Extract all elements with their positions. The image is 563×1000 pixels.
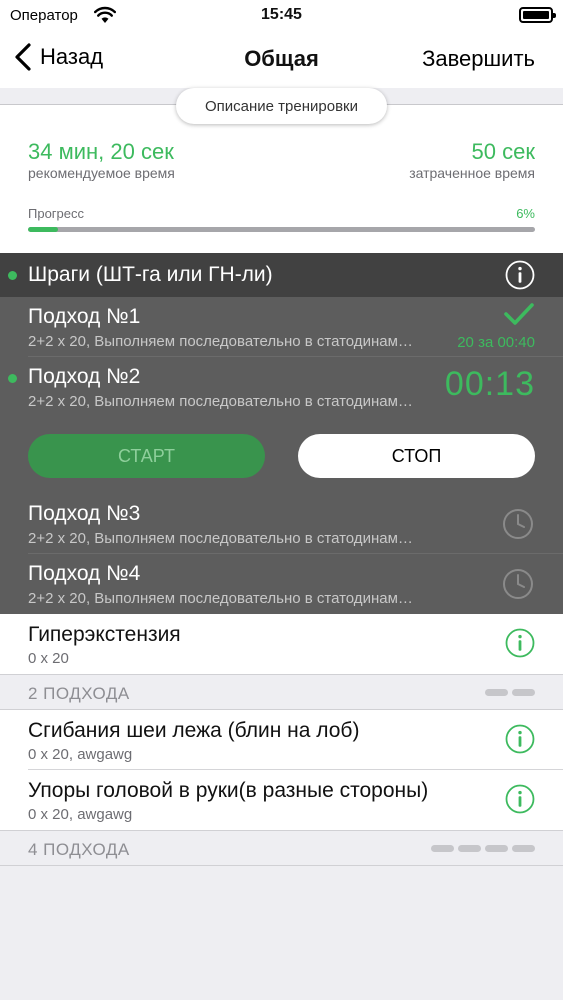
start-button[interactable]: СТАРТ: [28, 434, 265, 478]
progress-percent: 6%: [516, 206, 535, 221]
exercise-detail: 0 х 20: [28, 650, 69, 667]
set-description: 2+2 х 20, Выполняем последовательно в ст…: [28, 530, 418, 547]
battery-icon: [519, 7, 556, 23]
set-description: 2+2 х 20, Выполняем последовательно в ст…: [28, 333, 418, 350]
group-title: 4 ПОДХОДА: [28, 840, 130, 859]
recommended-time: 34 мин, 20 сек: [28, 139, 174, 164]
active-exercise-name: Шраги (ШТ-га или ГН-ли): [28, 263, 273, 286]
set-row-1[interactable]: Подход №1 2+2 х 20, Выполняем последоват…: [0, 297, 563, 357]
exercise-name: Гиперэкстензия: [28, 623, 181, 646]
set-pill: [512, 689, 535, 696]
exercise-row[interactable]: Упоры головой в руки(в разные стороны) 0…: [0, 770, 563, 830]
set-description: 2+2 х 20, Выполняем последовательно в ст…: [28, 393, 418, 410]
exercise-detail: 0 х 20, awgawg: [28, 746, 133, 763]
exercise-name: Упоры головой в руки(в разные стороны): [28, 779, 429, 802]
set-title: Подход №3: [28, 502, 141, 525]
workout-description-button[interactable]: Описание тренировки: [176, 88, 387, 124]
set-timer: 00:13: [444, 365, 535, 403]
set-row-4[interactable]: Подход №4 2+2 х 20, Выполняем последоват…: [0, 554, 563, 614]
set-result: 20 за 00:40: [457, 334, 535, 351]
active-exercise-section: Шраги (ШТ-га или ГН-ли) Подход №1 2+2 х …: [0, 253, 563, 614]
navigation-bar: Назад Общая Завершить: [0, 30, 563, 88]
info-icon[interactable]: [505, 260, 535, 290]
set-description: 2+2 х 20, Выполняем последовательно в ст…: [28, 590, 418, 607]
chevron-left-icon: [15, 43, 31, 71]
group-header: 2 ПОДХОДА: [0, 674, 563, 710]
sets-indicator: [431, 845, 535, 852]
back-button-label: Назад: [40, 44, 104, 69]
sets-indicator: [485, 689, 535, 696]
info-icon[interactable]: [505, 628, 535, 658]
set-row-2[interactable]: Подход №2 2+2 х 20, Выполняем последоват…: [0, 357, 563, 417]
exercise-row[interactable]: Сгибания шеи лежа (блин на лоб) 0 х 20, …: [0, 710, 563, 770]
finish-button[interactable]: Завершить: [422, 46, 535, 72]
set-title: Подход №1: [28, 305, 141, 328]
checkmark-icon: [504, 303, 534, 325]
group-header: 4 ПОДХОДА: [0, 830, 563, 866]
progress-bar-fill: [28, 227, 59, 232]
info-icon[interactable]: [505, 724, 535, 754]
workout-summary: 34 мин, 20 сек рекомендуемое время 50 се…: [0, 105, 563, 253]
clock-icon: [503, 569, 533, 599]
recommended-time-label: рекомендуемое время: [28, 165, 175, 181]
status-time: 15:45: [261, 6, 302, 23]
set-row-3[interactable]: Подход №3 2+2 х 20, Выполняем последоват…: [0, 494, 563, 554]
clock-icon: [503, 509, 533, 539]
back-button[interactable]: Назад: [14, 42, 103, 72]
stop-button[interactable]: СТОП: [298, 434, 535, 478]
spent-time: 50 сек: [471, 139, 535, 164]
active-exercise-header[interactable]: Шраги (ШТ-га или ГН-ли): [0, 253, 563, 297]
progress-bar: [28, 227, 535, 232]
set-title: Подход №4: [28, 562, 141, 585]
spent-time-label: затраченное время: [409, 165, 535, 181]
active-indicator-dot: [8, 271, 17, 280]
exercise-detail: 0 х 20, awgawg: [28, 806, 133, 823]
set-title: Подход №2: [28, 365, 141, 388]
set-pill: [458, 845, 481, 852]
set-pill: [431, 845, 454, 852]
current-set-dot: [8, 374, 17, 383]
progress-label: Прогресс: [28, 206, 85, 221]
group-title: 2 ПОДХОДА: [28, 684, 130, 703]
set-pill: [485, 845, 508, 852]
set-pill: [485, 689, 508, 696]
status-bar: Оператор 15:45: [0, 0, 563, 30]
set-pill: [512, 845, 535, 852]
exercise-name: Сгибания шеи лежа (блин на лоб): [28, 719, 360, 742]
exercise-row[interactable]: Гиперэкстензия 0 х 20: [0, 614, 563, 674]
info-icon[interactable]: [505, 784, 535, 814]
